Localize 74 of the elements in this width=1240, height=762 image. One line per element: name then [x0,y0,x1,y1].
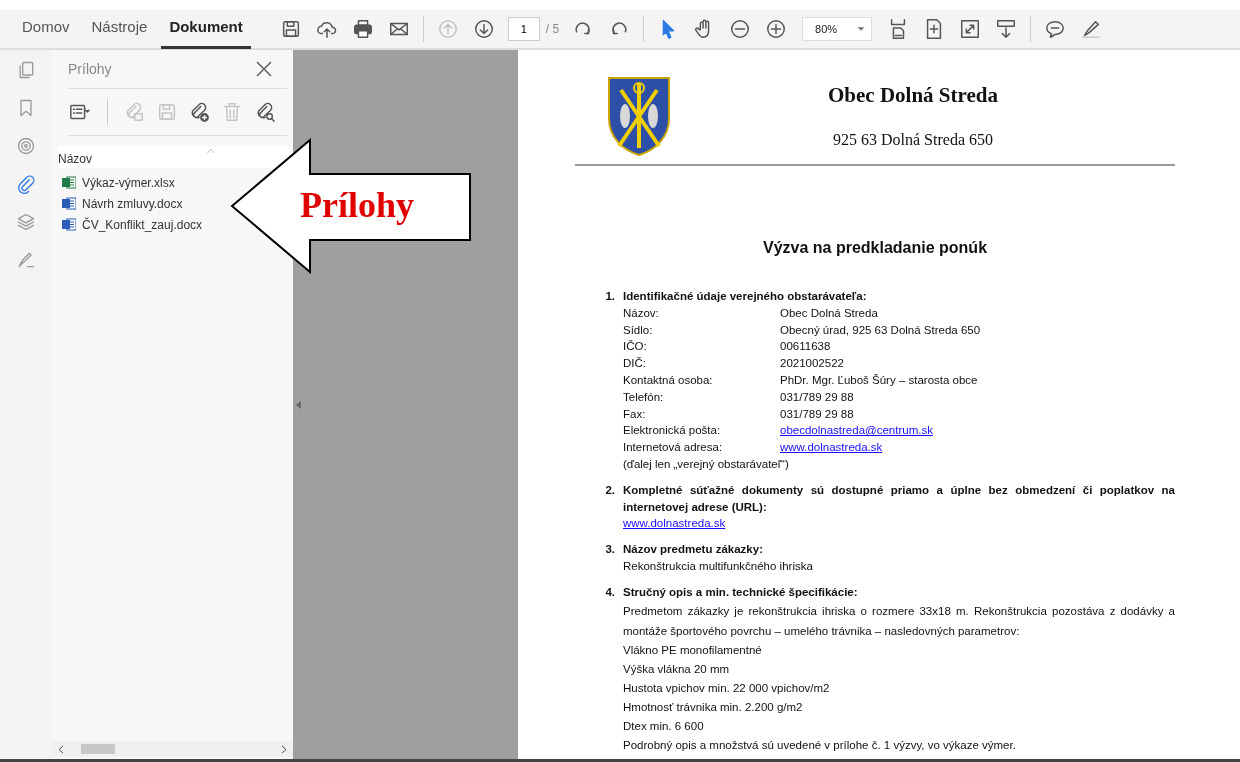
field-value: Obec Dolná Streda [780,305,878,321]
field-value: 031/789 29 88 [780,406,854,422]
section-number: 2. [604,482,616,498]
text-line: Dtex min. 6 600 [623,718,705,734]
field-label: DIČ: [623,356,647,372]
page-number-field[interactable]: 1 [507,17,540,41]
field-value: 00611638 [780,339,831,355]
panel-title: Prílohy [68,59,112,79]
close-icon [255,60,273,78]
column-header[interactable]: Názov [58,150,92,168]
field-label: IČO: [623,339,648,355]
scroll-mode-icon [995,18,1018,40]
attachment-item[interactable]: ČV_Konflikt_zauj.docx [52,214,213,235]
scroll-left-icon[interactable] [58,744,64,754]
scroll-right-icon[interactable] [281,744,287,754]
fullscreen-icon [959,18,982,40]
organization-name: Obec Dolná Streda [827,82,999,110]
organization-address: 925 63 Dolná Streda 650 [832,129,994,150]
zoom-dropdown[interactable]: 80% [802,17,873,41]
zoom-out-icon [729,18,752,40]
field-value: 2021002522 [780,356,844,372]
field-label: Sídlo: [623,322,654,338]
document-file-icon [62,197,76,210]
zoom-in-icon [765,18,788,40]
highlighter-icon [1080,18,1103,40]
section-heading: Názov predmetu zákazky: [623,542,764,558]
text-line: Výška vlákna 20 mm [623,661,731,677]
collapse-handle-icon[interactable] [296,400,301,409]
caret-icon [857,25,866,33]
section-heading: Identifikačné údaje verejného obstarávateľa: [623,289,868,304]
document-title: Výzva na predkladanie ponúk [761,238,989,258]
printer-icon [351,18,374,40]
comment-icon [1044,18,1067,40]
sort-caret-icon [206,146,216,156]
down-arrow-circle-icon [472,18,495,40]
tab[interactable]: Nástroje [83,9,156,49]
section-number: 4. [604,584,616,600]
target-icon [16,136,36,156]
text-line: Podrobný opis a množstvá sú uvedené v prílohe č. 1 výzvy, vo výkaze výmer. [623,737,1017,753]
text-line: Vlákno PE monofilamentné [623,642,763,658]
paragraph: Predmetom zákazky je rekonštrukcia ihriska o rozmere 33x18 m. Rekonštrukcia pozostáva z dodávky a montáže športového povrchu – umelého trávnika – nasledovných parametrov: [623,603,1175,639]
section-number: 3. [604,542,616,558]
layers-icon [16,212,36,232]
page-total: / 5 [545,21,560,38]
up-arrow-circle-icon [436,18,459,40]
section-heading: Kompletné súťažné dokumenty sú dostupné priamo a úplne bez obmedzení či poplatkov na internetovej adrese (URL): [623,482,1175,515]
attachment-item[interactable]: Návrh zmluvy.docx [52,193,193,214]
section-heading: Stručný opis a min. technické špecifikácie: [623,584,859,600]
trash-icon [221,101,243,123]
field-label: Elektronická pošta: [623,423,722,439]
field-label: Telefón: [623,389,665,405]
field-label: Kontaktná osoba: [623,373,714,388]
spreadsheet-file-icon [62,176,76,189]
paperclip-icon [16,174,36,194]
field-label: Fax: [623,406,647,422]
text-line: Hmotnosť trávnika min. 2.200 g/m2 [623,699,804,715]
field-value: 031/789 29 88 [780,389,854,405]
link[interactable]: www.dolnastreda.sk [780,439,883,456]
callout-label: Prílohy [300,187,414,223]
tab[interactable]: Domov [14,9,78,49]
document-file-icon [62,218,76,231]
field-label: Názov: [623,305,660,321]
text-line: Hustota vpichov min. 22 000 vpichov/m2 [623,680,831,696]
section-number: 1. [604,289,616,304]
link[interactable]: obecdolnastreda@centrum.sk [780,422,933,440]
field-value: PhDr. Mgr. Ľuboš Šúry – starosta obce [780,373,978,388]
text-line: (ďalej len „verejný obstarávateľ“) [623,456,790,472]
field-value: Obecný úrad, 925 63 Dolná Streda 650 [780,322,981,338]
attachment-item[interactable]: Výkaz-výmer.xlsx [52,172,185,193]
link[interactable]: www.dolnastreda.sk [623,515,726,533]
text-line: Rekonštrukcia multifunkčného ihriska [623,558,814,574]
scrollbar-thumb[interactable] [80,744,115,754]
signature-icon [16,250,36,270]
field-label: Internetová adresa: [623,440,724,456]
